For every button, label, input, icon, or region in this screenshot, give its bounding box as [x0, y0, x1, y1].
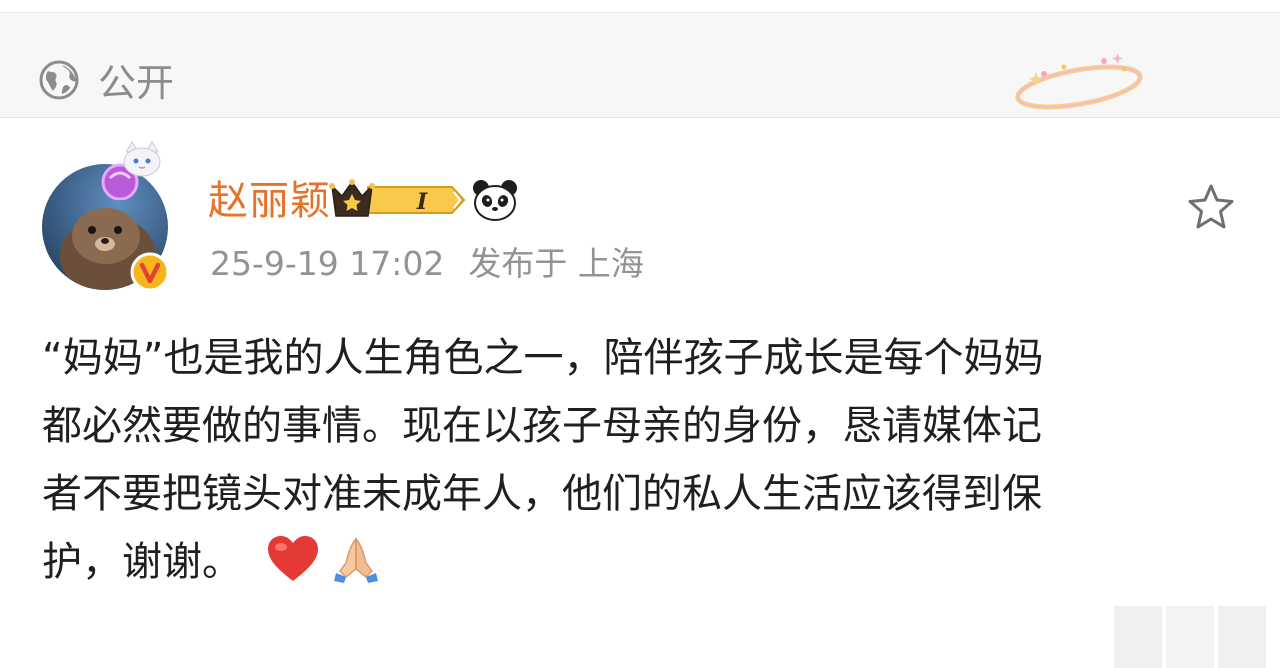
crown-level-badge-icon[interactable]: I	[328, 178, 468, 222]
post-line-2: 都必然要做的事情。现在以孩子母亲的身份，恳请媒体记	[42, 403, 1042, 449]
visibility-label[interactable]: 公开	[98, 61, 174, 105]
star-outline-icon[interactable]	[1186, 182, 1236, 232]
globe-icon	[39, 60, 79, 100]
decorative-halo-icon	[1015, 53, 1143, 110]
post-meta: 25-9-19 17:02 发布于 上海	[210, 244, 644, 284]
author-name[interactable]: 赵丽颖	[208, 178, 331, 224]
post-time: 25-9-19 17:02	[210, 244, 445, 283]
praying-hands-emoji	[334, 537, 378, 583]
visibility-bar: 公开	[0, 13, 1280, 117]
verified-v-icon	[130, 252, 170, 292]
post-line-1: “妈妈”也是我的人生角色之一，陪伴孩子成长是每个妈妈	[42, 335, 1044, 381]
panda-icon	[473, 180, 517, 221]
post-line-3: 者不要把镜头对准未成年人，他们的私人生活应该得到保	[42, 471, 1042, 517]
post-body: “妈妈”也是我的人生角色之一，陪伴孩子成长是每个妈妈 都必然要做的事情。现在以孩…	[42, 324, 1242, 596]
bar-divider	[0, 117, 1280, 118]
avatar-group[interactable]	[40, 138, 175, 298]
post-line-4-wrap: 护，谢谢。	[42, 528, 1242, 596]
heart-emoji	[268, 536, 318, 581]
watermark	[1114, 606, 1266, 668]
avatar-pendant-icon	[101, 141, 161, 200]
post-location: 发布于 上海	[468, 244, 644, 283]
level-number: I	[416, 189, 428, 215]
weibo-post-screen: 公开 赵丽颖 I 25-9-19 17:02 发布于 上海 “妈妈”也是我的人生…	[0, 0, 1280, 668]
post-line-4: 护，谢谢。	[42, 539, 242, 585]
